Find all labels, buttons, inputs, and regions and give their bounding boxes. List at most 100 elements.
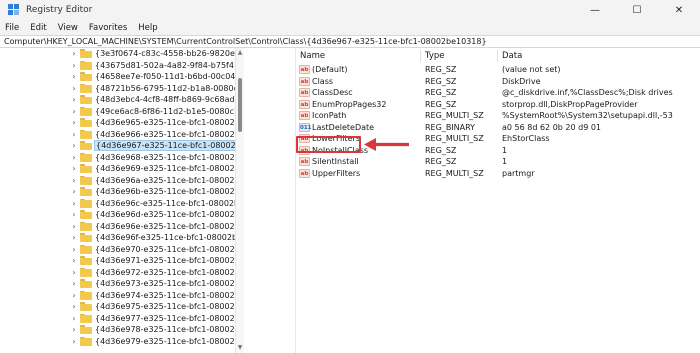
tree-item-selected[interactable]: › {4d36e967-e325-11ce-bfc1-08002be10318} bbox=[0, 140, 244, 151]
column-header-type[interactable]: Type bbox=[425, 51, 445, 61]
value-row[interactable]: ab Class REG_SZ DiskDrive bbox=[296, 76, 700, 87]
menu-help[interactable]: Help bbox=[138, 23, 157, 33]
chevron-right-icon[interactable]: › bbox=[70, 94, 78, 105]
chevron-right-icon[interactable]: › bbox=[70, 232, 78, 243]
chevron-right-icon[interactable]: › bbox=[70, 244, 78, 255]
chevron-right-icon[interactable]: › bbox=[70, 117, 78, 128]
value-name: ClassDesc bbox=[312, 88, 353, 97]
chevron-right-icon[interactable]: › bbox=[70, 336, 78, 347]
tree-item[interactable]: › {4d36e96c-e325-11ce-bfc1-08002be10318} bbox=[0, 198, 244, 209]
value-type: REG_SZ bbox=[425, 157, 457, 166]
value-row[interactable]: ab IconPath REG_MULTI_SZ %SystemRoot%\Syste… bbox=[296, 110, 700, 121]
value-type: REG_SZ bbox=[425, 76, 457, 86]
chevron-right-icon[interactable]: › bbox=[70, 324, 78, 335]
chevron-right-icon[interactable]: › bbox=[70, 129, 78, 140]
highlight-box bbox=[296, 136, 361, 153]
value-data: 1 bbox=[502, 145, 508, 155]
value-data: EhStorClass bbox=[502, 134, 550, 143]
tree-item[interactable]: › {43675d81-502a-4a82-9f84-b75f418c5dea} bbox=[0, 60, 244, 71]
value-row[interactable]: ab (Default) REG_SZ (value not set) bbox=[296, 64, 700, 75]
pane-splitter[interactable] bbox=[244, 48, 296, 353]
tree-item-label: {4d36e966-e325-11ce-bfc1-08002be10318} bbox=[95, 129, 244, 139]
tree-item[interactable]: › {4d36e978-e325-11ce-bfc1-08002be10318} bbox=[0, 324, 244, 335]
chevron-right-icon[interactable]: › bbox=[70, 290, 78, 301]
chevron-right-icon[interactable]: › bbox=[70, 186, 78, 197]
tree-item[interactable]: › {4d36e973-e325-11ce-bfc1-08002be10318} bbox=[0, 278, 244, 289]
chevron-right-icon[interactable]: › bbox=[70, 83, 78, 94]
menu-view[interactable]: View bbox=[58, 23, 78, 33]
chevron-right-icon[interactable]: › bbox=[70, 278, 78, 289]
tree-scrollbar[interactable]: ▲ ▼ bbox=[235, 48, 244, 353]
tree-item[interactable]: › {4d36e96f-e325-11ce-bfc1-08002be10318} bbox=[0, 232, 244, 243]
value-row[interactable]: ab EnumPropPages32 REG_SZ storprop.dll,Disk… bbox=[296, 99, 700, 110]
string-value-icon: ab bbox=[299, 168, 310, 178]
scroll-down-icon[interactable]: ▼ bbox=[236, 344, 244, 352]
chevron-right-icon[interactable]: › bbox=[70, 175, 78, 186]
tree-item[interactable]: › {49ce6ac8-6f86-11d2-b1e5-0080c72e74a2} bbox=[0, 106, 244, 117]
tree-item[interactable]: › {4d36e968-e325-11ce-bfc1-08002be10318} bbox=[0, 152, 244, 163]
chevron-right-icon[interactable]: › bbox=[70, 152, 78, 163]
chevron-right-icon[interactable]: › bbox=[70, 198, 78, 209]
chevron-right-icon[interactable]: › bbox=[70, 140, 78, 151]
scroll-thumb[interactable] bbox=[238, 78, 242, 132]
chevron-right-icon[interactable]: › bbox=[70, 255, 78, 266]
column-divider[interactable] bbox=[497, 50, 498, 62]
tree-item[interactable]: › {4d36e977-e325-11ce-bfc1-08002be10318} bbox=[0, 313, 244, 324]
chevron-right-icon[interactable]: › bbox=[70, 106, 78, 117]
tree-item[interactable]: › {48721b56-6795-11d2-b1a8-0080c72e74a2} bbox=[0, 83, 244, 94]
menu-favorites[interactable]: Favorites bbox=[89, 23, 127, 33]
tree-item[interactable]: › {4658ee7e-f050-11d1-b6bd-00c04fa372a7} bbox=[0, 71, 244, 82]
tree-item[interactable]: › {4d36e96a-e325-11ce-bfc1-08002be10318} bbox=[0, 175, 244, 186]
tree-item[interactable]: › {4d36e96b-e325-11ce-bfc1-08002be10318} bbox=[0, 186, 244, 197]
value-name: EnumPropPages32 bbox=[312, 99, 387, 109]
folder-icon bbox=[80, 336, 92, 346]
tree-item[interactable]: › {4d36e970-e325-11ce-bfc1-08002be10318} bbox=[0, 244, 244, 255]
column-divider[interactable] bbox=[420, 50, 421, 62]
tree-item[interactable]: › {4d36e974-e325-11ce-bfc1-08002be10318} bbox=[0, 290, 244, 301]
tree-item[interactable]: › {4d36e96e-e325-11ce-bfc1-08002be10318} bbox=[0, 221, 244, 232]
tree-item-label: {4658ee7e-f050-11d1-b6bd-00c04fa372a7} bbox=[95, 72, 244, 81]
value-row[interactable]: ab SilentInstall REG_SZ 1 bbox=[296, 156, 700, 167]
maximize-button[interactable]: ☐ bbox=[616, 0, 658, 20]
folder-icon bbox=[80, 129, 92, 139]
tree-item[interactable]: › {4d36e969-e325-11ce-bfc1-08002be10318} bbox=[0, 163, 244, 174]
chevron-right-icon[interactable]: › bbox=[70, 301, 78, 312]
tree-item[interactable]: › {4d36e966-e325-11ce-bfc1-08002be10318} bbox=[0, 129, 244, 140]
chevron-right-icon[interactable]: › bbox=[70, 209, 78, 220]
tree-item[interactable]: › {4d36e971-e325-11ce-bfc1-08002be10318} bbox=[0, 255, 244, 266]
chevron-right-icon[interactable]: › bbox=[70, 313, 78, 324]
tree-item[interactable]: › {4d36e972-e325-11ce-bfc1-08002be10318} bbox=[0, 267, 244, 278]
value-row[interactable]: ab ClassDesc REG_SZ @c_diskdrive.inf,%Class… bbox=[296, 87, 700, 98]
string-value-icon: ab bbox=[299, 157, 310, 166]
string-value-icon: ab bbox=[299, 99, 310, 109]
scroll-up-icon[interactable]: ▲ bbox=[236, 49, 244, 57]
chevron-right-icon[interactable]: › bbox=[70, 267, 78, 278]
column-header-data[interactable]: Data bbox=[502, 51, 522, 61]
folder-icon bbox=[80, 267, 92, 277]
tree-item[interactable]: › {48d3ebc4-4cf8-48ff-b869-9c68ad42eb9f} bbox=[0, 94, 244, 105]
address-bar[interactable]: Computer\HKEY_LOCAL_MACHINE\SYSTEM\Curre… bbox=[0, 35, 700, 48]
value-row[interactable]: ab UpperFilters REG_MULTI_SZ partmgr bbox=[296, 168, 700, 179]
value-row[interactable]: 011 LastDeleteDate REG_BINARY a0 56 8d 62 0… bbox=[296, 122, 700, 133]
tree-item[interactable]: › {4d36e965-e325-11ce-bfc1-08002be10318} bbox=[0, 117, 244, 128]
chevron-right-icon[interactable]: › bbox=[70, 163, 78, 174]
close-button[interactable]: ✕ bbox=[658, 0, 700, 20]
chevron-right-icon[interactable]: › bbox=[70, 71, 78, 82]
chevron-right-icon[interactable]: › bbox=[70, 221, 78, 232]
menu-file[interactable]: File bbox=[5, 23, 19, 33]
chevron-right-icon[interactable]: › bbox=[70, 60, 78, 71]
chevron-right-icon[interactable]: › bbox=[70, 48, 78, 59]
value-name: UpperFilters bbox=[312, 168, 361, 178]
tree-item-label: {4d36e965-e325-11ce-bfc1-08002be10318} bbox=[95, 118, 244, 127]
tree-item[interactable]: › {4d36e96d-e325-11ce-bfc1-08002be10318} bbox=[0, 209, 244, 220]
menu-edit[interactable]: Edit bbox=[30, 23, 46, 33]
key-tree: ›{3e3f0674-c83c-4558-bb26-9820e1eba5c5}›… bbox=[0, 48, 244, 353]
tree-item-label: {4d36e970-e325-11ce-bfc1-08002be10318} bbox=[95, 244, 244, 254]
value-data: storprop.dll,DiskPropPageProvider bbox=[502, 99, 638, 109]
column-header-name[interactable]: Name bbox=[300, 51, 325, 61]
tree-item[interactable]: › {4d36e975-e325-11ce-bfc1-08002be10318} bbox=[0, 301, 244, 312]
tree-item[interactable]: › {4d36e979-e325-11ce-bfc1-08002be10318} bbox=[0, 336, 244, 347]
tree-item[interactable]: › {3e3f0674-c83c-4558-bb26-9820e1eba5c5} bbox=[0, 48, 244, 59]
value-type: REG_BINARY bbox=[425, 122, 476, 132]
minimize-button[interactable]: — bbox=[574, 0, 616, 20]
